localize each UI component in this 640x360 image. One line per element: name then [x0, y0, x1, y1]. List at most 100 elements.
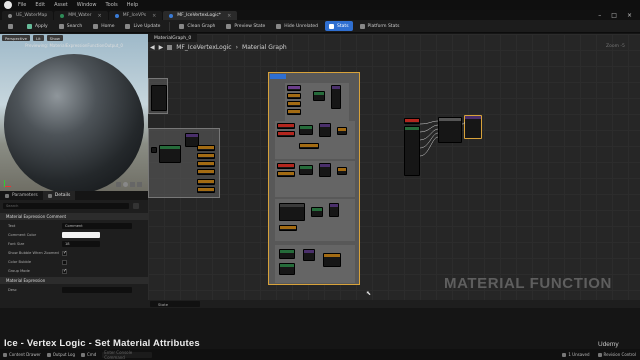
settings-icon[interactable]	[133, 203, 139, 209]
tab-material-graph[interactable]: MaterialGraph_0	[148, 34, 198, 42]
graph-node[interactable]	[323, 253, 341, 267]
menu-window[interactable]: Window	[77, 2, 97, 8]
plane-icon[interactable]	[130, 182, 135, 187]
group-mode-checkbox[interactable]	[62, 268, 67, 274]
save-button[interactable]	[4, 21, 20, 31]
graph-node[interactable]	[311, 207, 323, 217]
output-log-button[interactable]: Output Log	[46, 352, 75, 357]
menu-asset[interactable]: Asset	[54, 2, 68, 8]
maximize-icon[interactable]: □	[611, 12, 617, 19]
forward-arrow-icon[interactable]: ▶	[159, 44, 164, 51]
graph-node[interactable]	[279, 249, 295, 259]
close-icon[interactable]: ×	[98, 13, 102, 19]
menu-tools[interactable]: Tools	[105, 2, 117, 8]
graph-node[interactable]	[197, 145, 215, 151]
font-size-input[interactable]: 18	[62, 241, 100, 247]
live-update-button[interactable]: Live Update	[121, 21, 164, 31]
content-drawer-button[interactable]: Content Drawer	[3, 352, 41, 357]
graph-node[interactable]	[279, 203, 305, 221]
graph-node[interactable]	[159, 145, 181, 163]
graph-node[interactable]	[277, 163, 295, 169]
graph-node[interactable]	[197, 161, 215, 167]
comment-box[interactable]	[285, 83, 349, 121]
tab-mf-icevps[interactable]: MF_IceVPs ×	[108, 11, 163, 20]
sphere-icon[interactable]	[123, 182, 128, 187]
preview-viewport[interactable]: Perspective Lit Show Previewing: Materia…	[0, 34, 148, 191]
comment-box[interactable]	[275, 199, 355, 241]
apply-button[interactable]: Apply	[23, 21, 52, 31]
search-button[interactable]: Search	[55, 21, 86, 31]
minimize-icon[interactable]: –	[598, 12, 601, 19]
graph-node[interactable]	[279, 263, 295, 275]
graph-node[interactable]	[277, 171, 295, 177]
graph-node[interactable]	[299, 125, 313, 135]
graph-node[interactable]	[287, 101, 301, 107]
stats-button[interactable]: Stats	[325, 21, 353, 31]
tab-mf-icevertexlogic[interactable]: MF_IceVertexLogic* ×	[163, 11, 238, 20]
home-button[interactable]: Home	[89, 21, 118, 31]
graph-node[interactable]	[197, 169, 215, 175]
desc-input[interactable]	[62, 287, 132, 293]
cylinder-icon[interactable]	[116, 182, 121, 187]
graph-node[interactable]	[287, 85, 301, 91]
graph-node[interactable]	[313, 91, 325, 101]
graph-node[interactable]	[303, 249, 315, 261]
unsaved-button[interactable]: 1 Unsaved	[562, 352, 590, 357]
graph-node[interactable]	[151, 147, 157, 153]
comment-color-swatch[interactable]	[62, 232, 100, 238]
back-arrow-icon[interactable]: ◀	[150, 44, 155, 51]
tab-mm-water[interactable]: MM_Water ×	[54, 11, 108, 20]
graph-node[interactable]	[319, 123, 331, 137]
close-window-icon[interactable]: ×	[627, 12, 632, 19]
perspective-button[interactable]: Perspective	[2, 35, 30, 41]
graph-node[interactable]	[337, 167, 347, 175]
text-input[interactable]: Comment	[62, 223, 132, 229]
cube-icon[interactable]	[137, 182, 142, 187]
console-command-input[interactable]: Enter Console Command	[102, 350, 153, 360]
graph-node[interactable]	[319, 163, 331, 177]
graph-node[interactable]	[277, 123, 295, 129]
breadcrumb-leaf[interactable]: Material Graph	[242, 44, 287, 51]
tab-details[interactable]: Details	[42, 191, 76, 200]
show-bubble-checkbox[interactable]	[62, 250, 67, 256]
comment-box[interactable]	[275, 161, 355, 197]
color-bubble-checkbox[interactable]	[62, 259, 67, 265]
menu-file[interactable]: File	[18, 2, 26, 8]
state-dropdown[interactable]: State	[150, 301, 200, 307]
platform-stats-button[interactable]: Platform Stats	[356, 21, 404, 31]
material-graph-canvas[interactable]	[148, 34, 640, 308]
graph-node[interactable]	[331, 85, 341, 109]
comment-box[interactable]	[148, 128, 220, 198]
graph-node[interactable]	[299, 143, 319, 149]
revision-control-button[interactable]: Revision Control	[597, 352, 636, 357]
selected-comment-box[interactable]	[268, 72, 360, 285]
graph-node[interactable]	[279, 225, 297, 231]
lit-button[interactable]: Lit	[33, 35, 44, 41]
graph-node[interactable]	[151, 85, 167, 111]
hide-unrelated-button[interactable]: Hide Unrelated	[272, 21, 322, 31]
details-search-input[interactable]: Search	[3, 203, 129, 209]
tab-parameters[interactable]: Parameters	[0, 191, 43, 200]
comment-box[interactable]	[148, 78, 168, 114]
menu-edit[interactable]: Edit	[35, 2, 45, 8]
graph-node[interactable]	[287, 109, 301, 115]
graph-node[interactable]	[299, 165, 313, 175]
comment-box[interactable]	[275, 121, 355, 159]
graph-node[interactable]	[197, 153, 215, 159]
graph-node[interactable]	[277, 131, 295, 137]
preview-state-button[interactable]: Preview State	[222, 21, 269, 31]
close-icon[interactable]: ×	[152, 13, 156, 19]
cmd-dropdown[interactable]: Cmd	[81, 352, 96, 357]
graph-node[interactable]	[197, 187, 215, 193]
graph-node[interactable]	[337, 127, 347, 135]
breadcrumb-root[interactable]: MF_IceVertexLogic	[176, 44, 231, 51]
graph-node[interactable]	[329, 203, 339, 217]
graph-node[interactable]	[197, 179, 215, 185]
section-material-expression[interactable]: Material Expression	[0, 277, 148, 284]
menu-help[interactable]: Help	[127, 2, 138, 8]
comment-box[interactable]	[275, 245, 355, 283]
clean-graph-button[interactable]: Clean Graph	[175, 21, 219, 31]
graph-node[interactable]	[287, 93, 301, 99]
section-material-expression-comment[interactable]: Material Expression Comment	[0, 213, 148, 220]
tab-map[interactable]: UE_WaterMap	[2, 11, 54, 20]
